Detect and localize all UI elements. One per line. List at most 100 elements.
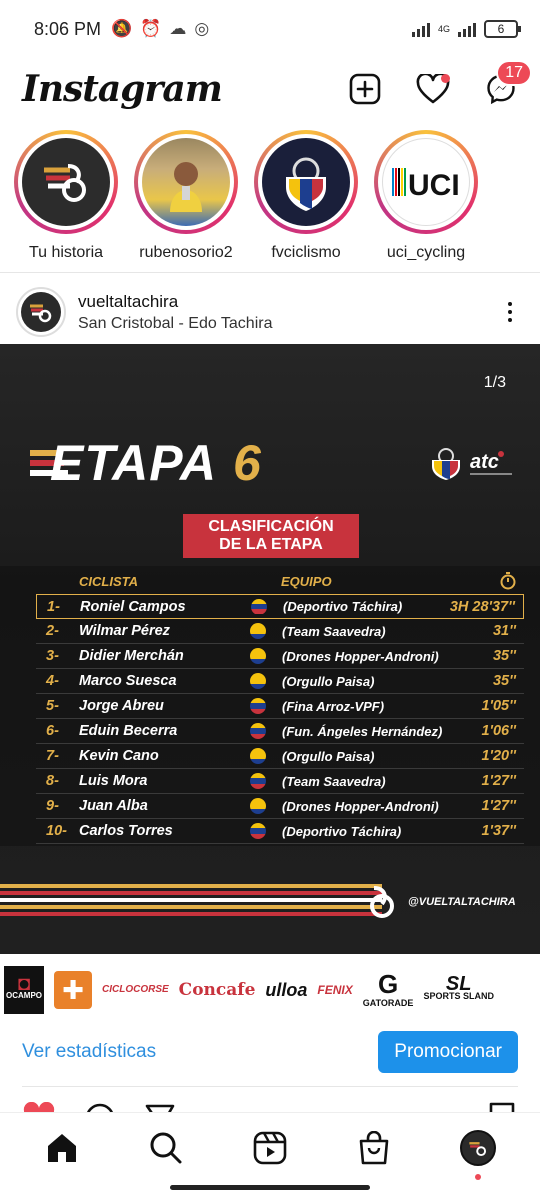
row-position: 8- <box>46 773 59 789</box>
row-team: (Deportivo Táchira) <box>282 823 402 839</box>
bottom-navigation <box>0 1112 540 1200</box>
table-row: 4- Marco Suesca (Orgullo Paisa) 35'' <box>36 669 524 694</box>
row-rider-name: Wilmar Pérez <box>79 623 170 639</box>
row-position: 5- <box>46 698 59 714</box>
venezuela-flag-icon <box>251 598 267 615</box>
stopwatch-icon <box>500 572 516 590</box>
row-position: 6- <box>46 723 59 739</box>
story-avatar <box>22 138 110 226</box>
post-image[interactable]: 1/3 ETAPA 6 atc CLASIFICACIÓN DE LA ETAP… <box>0 344 540 954</box>
mute-icon: 🔕 <box>111 19 133 38</box>
story-item[interactable]: UCI uci_cycling <box>374 130 478 270</box>
row-rider-name: Juan Alba <box>79 798 148 814</box>
vuelta-logo-icon <box>30 304 52 323</box>
nav-shop[interactable] <box>354 1128 394 1168</box>
row-rider-name: Jorge Abreu <box>79 698 164 714</box>
story-item[interactable]: Tu historia <box>14 130 118 270</box>
story-avatar <box>142 138 230 226</box>
venezuela-flag-icon <box>250 823 266 839</box>
instagram-logo[interactable]: Instagram <box>22 68 223 110</box>
story-avatar: UCI <box>382 138 470 226</box>
row-position: 4- <box>46 673 59 689</box>
signal-icon-2 <box>458 21 476 37</box>
vuelta-logo-icon <box>469 1141 487 1156</box>
table-row: 1- Roniel Campos (Deportivo Táchira) 3H 28'… <box>36 594 524 619</box>
nav-reels[interactable] <box>250 1128 290 1168</box>
share-icon[interactable] <box>144 1102 176 1112</box>
row-position: 1- <box>47 598 60 615</box>
comment-icon[interactable] <box>84 1102 116 1112</box>
notifications-button[interactable] <box>416 72 450 106</box>
sponsor-pharmacy: ✚ <box>54 971 92 1009</box>
footer-stripes <box>0 884 382 919</box>
table-row: 3- Didier Merchán (Drones Hopper-Androni) 3… <box>36 644 524 669</box>
row-time: 1'27'' <box>481 798 516 814</box>
colombia-flag-icon <box>250 748 266 764</box>
row-position: 3- <box>46 648 59 664</box>
colombia-flag-icon <box>250 798 266 814</box>
story-avatar <box>262 138 350 226</box>
table-row: 10- Carlos Torres (Deportivo Táchira) 1'37'… <box>36 819 524 844</box>
row-rider-name: Carlos Torres <box>79 823 173 839</box>
column-header-team: EQUIPO <box>281 574 332 589</box>
app-header: Instagram 17 <box>0 58 540 120</box>
instagram-small-icon: ◎ <box>194 19 210 38</box>
svg-text:UCI: UCI <box>408 169 460 200</box>
row-rider-name: Marco Suesca <box>79 673 177 689</box>
vuelta-bike-icon <box>370 886 394 918</box>
messenger-button[interactable]: 17 <box>484 60 532 106</box>
table-row: 5- Jorge Abreu (Fina Arroz-VPF) 1'05'' <box>36 694 524 719</box>
battery-level: 6 <box>497 22 505 36</box>
sponsors-strip: ◘ OCAMPO ✚ CICLOCORSE Concafe ulloa FENIX… <box>0 954 540 1026</box>
post-location[interactable]: San Cristobal - Edo Tachira <box>78 315 272 333</box>
promote-button[interactable]: Promocionar <box>378 1031 518 1073</box>
row-team: (Deportivo Táchira) <box>283 599 403 614</box>
row-time: 3H 28'37'' <box>449 598 515 615</box>
status-time: 8:06 PM <box>34 18 102 39</box>
row-position: 9- <box>46 798 59 814</box>
stories-tray: Tu historia rubenosorio2 fvciclismo UCI … <box>0 130 540 270</box>
post-avatar[interactable] <box>16 287 66 337</box>
battery-icon: 6 <box>484 20 521 38</box>
new-post-button[interactable] <box>348 72 382 106</box>
story-item[interactable]: fvciclismo <box>254 130 358 270</box>
sponsor-ulloa: ulloa <box>265 980 308 1000</box>
table-row: 8- Luis Mora (Team Saavedra) 1'27'' <box>36 769 524 794</box>
stage-title: ETAPA 6 <box>30 434 261 492</box>
nav-home[interactable] <box>42 1128 82 1168</box>
row-rider-name: Roniel Campos <box>80 598 186 615</box>
colombia-flag-icon <box>250 673 266 689</box>
table-row: 9- Juan Alba (Drones Hopper-Androni) 1'27'' <box>36 794 524 819</box>
row-team: (Orgullo Paisa) <box>282 748 375 764</box>
like-heart-icon[interactable] <box>22 1102 56 1112</box>
sponsor-sports-sland: SL SPORTS SLAND <box>423 973 494 1001</box>
row-time: 35'' <box>492 648 516 664</box>
colombia-flag-icon <box>250 623 266 639</box>
plus-square-icon <box>349 73 381 105</box>
post-actions-row <box>0 1100 540 1112</box>
cloud-icon: ☁ <box>169 19 187 38</box>
system-home-indicator[interactable] <box>170 1185 370 1190</box>
post-username[interactable]: vueltaltachira <box>78 292 272 312</box>
table-row: 2- Wilmar Pérez (Team Saavedra) 31'' <box>36 619 524 644</box>
nav-search[interactable] <box>146 1128 186 1168</box>
fvc-shield-icon <box>286 157 326 211</box>
save-bookmark-icon[interactable] <box>488 1102 516 1112</box>
row-position: 2- <box>46 623 59 639</box>
profile-avatar <box>460 1129 496 1166</box>
table-row: 7- Kevin Cano (Orgullo Paisa) 1'20'' <box>36 744 524 769</box>
status-icons: 🔕 ⏰ ☁ ◎ <box>111 19 209 39</box>
view-stats-link[interactable]: Ver estadísticas <box>22 1041 156 1063</box>
row-team: (Fun. Ángeles Hernández) <box>282 723 443 739</box>
more-options-button[interactable] <box>508 302 512 322</box>
carousel-counter: 1/3 <box>483 374 506 391</box>
stage-number: 6 <box>233 435 261 491</box>
nav-profile[interactable] <box>458 1128 498 1180</box>
story-item[interactable]: rubenosorio2 <box>134 130 238 270</box>
post-header: vueltaltachira San Cristobal - Edo Tachi… <box>0 282 540 342</box>
row-team: (Team Saavedra) <box>282 773 386 789</box>
row-time: 1'06'' <box>481 723 516 739</box>
insights-bar: Ver estadísticas Promocionar <box>22 1030 518 1074</box>
row-rider-name: Luis Mora <box>79 773 148 789</box>
row-time: 31'' <box>492 623 516 639</box>
